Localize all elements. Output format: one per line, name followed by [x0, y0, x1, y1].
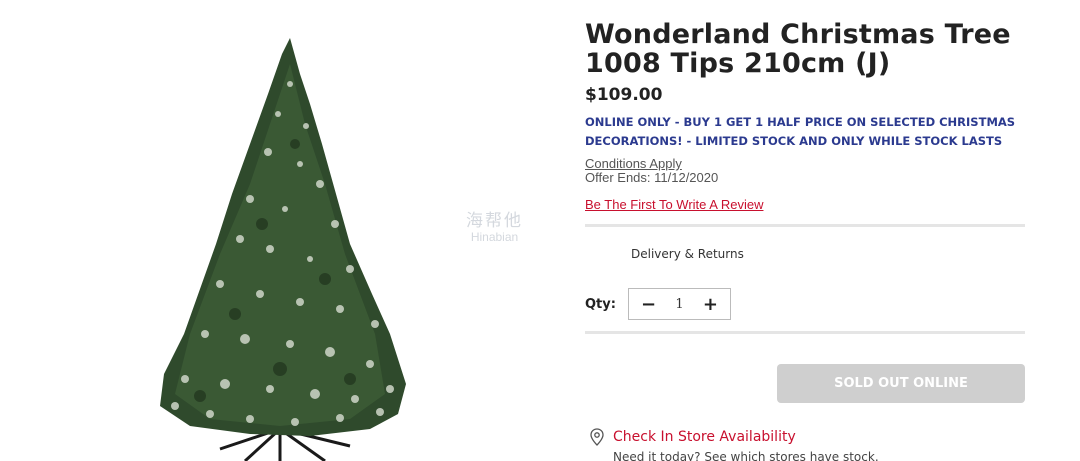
store-availability[interactable]: Check In Store Availability Need it toda…: [589, 428, 879, 461]
increase-quantity-button[interactable]: +: [703, 294, 718, 315]
conditions-link[interactable]: Conditions Apply: [585, 157, 1030, 171]
christmas-tree-image[interactable]: [150, 34, 410, 461]
product-title: Wonderland Christmas Tree 1008 Tips 210c…: [585, 19, 1011, 79]
quantity-value[interactable]: 1: [675, 297, 683, 312]
sold-out-button[interactable]: SOLD OUT ONLINE: [777, 364, 1025, 403]
delivery-returns-toggle[interactable]: Delivery & Returns: [585, 227, 1030, 281]
location-pin-icon: [590, 428, 604, 446]
delivery-returns-label: Delivery & Returns: [631, 247, 744, 261]
product-price: $109.00: [585, 85, 663, 105]
product-info: Wonderland Christmas Tree 1008 Tips 210c…: [585, 20, 1030, 461]
watermark: 海帮他 Hinabian: [466, 212, 523, 244]
quantity-row: Qty: − 1 +: [585, 281, 1030, 327]
check-store-availability-link[interactable]: Check In Store Availability: [613, 428, 879, 446]
offer-ends: Offer Ends: 11/12/2020: [585, 170, 719, 185]
watermark-sub: Hinabian: [470, 229, 519, 244]
watermark-main: 海帮他: [466, 211, 523, 231]
quantity-label: Qty:: [585, 296, 616, 312]
write-review-link[interactable]: Be The First To Write A Review: [585, 197, 1030, 212]
quantity-stepper[interactable]: − 1 +: [628, 288, 731, 320]
promo-message: ONLINE ONLY - BUY 1 GET 1 HALF PRICE ON …: [585, 115, 1016, 148]
decrease-quantity-button[interactable]: −: [641, 294, 656, 315]
product-image-panel[interactable]: 海帮他 Hinabian: [0, 0, 560, 461]
store-availability-subtitle: Need it today? See which stores have sto…: [613, 450, 879, 461]
